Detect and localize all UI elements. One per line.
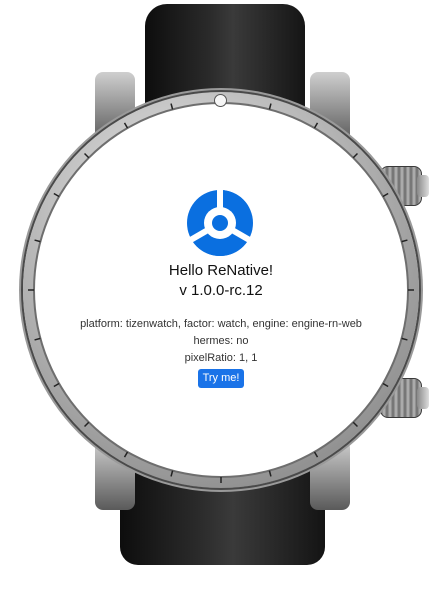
crown-lower-cap [417,387,429,409]
try-me-button[interactable]: Try me! [198,369,244,388]
renative-logo-icon [187,188,253,257]
app-title: Hello ReNative! [168,262,274,279]
platform-info: platform: tizenwatch, factor: watch, eng… [80,318,362,330]
watch-screen: Hello ReNative! v 1.0.0-rc.12 platform: … [35,104,407,476]
app-version: v 1.0.0-rc.12 [179,282,263,299]
watch-bezel: Hello ReNative! v 1.0.0-rc.12 platform: … [23,92,419,488]
bezel-notch [214,94,227,107]
hermes-info: hermes: no [193,335,249,347]
pixel-ratio-info: pixelRatio: 1, 1 [184,352,258,364]
watch-device: Hello ReNative! v 1.0.0-rc.12 platform: … [0,0,446,590]
crown-upper-cap [417,175,429,197]
app-content: Hello ReNative! v 1.0.0-rc.12 platform: … [35,104,407,476]
